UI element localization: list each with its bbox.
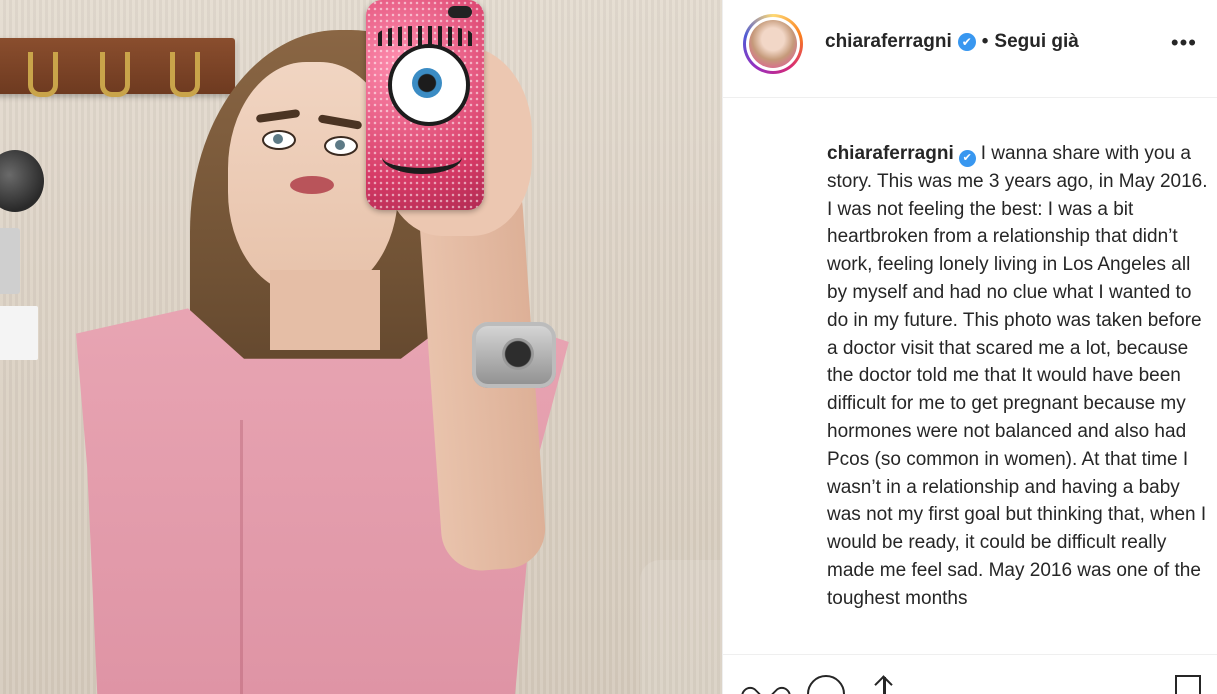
post-side-panel: chiaraferragni ✔ • Segui già ••• chiaraf… — [722, 0, 1217, 694]
username-link[interactable]: chiaraferragni — [825, 31, 952, 53]
eye — [324, 136, 358, 156]
following-button[interactable]: Segui già — [994, 31, 1078, 53]
profile-avatar[interactable] — [743, 14, 803, 74]
gown-fold — [240, 420, 243, 694]
wall-fixture — [0, 306, 38, 360]
coat-hook — [100, 52, 130, 97]
separator-dot: • — [981, 31, 989, 52]
comments-scroll-area[interactable]: chiaraferragni ✔ I wanna share with you a … — [723, 98, 1217, 654]
eyelash-graphic — [378, 26, 472, 46]
verified-badge-icon: ✔ — [958, 150, 976, 167]
phone-camera — [448, 6, 472, 18]
verified-badge-icon: ✔ — [957, 33, 976, 51]
phone-with-eye-case — [366, 0, 484, 210]
caption-text: I wanna share with you a story. This was… — [827, 143, 1208, 609]
avatar-image — [749, 20, 797, 68]
lips — [290, 176, 334, 194]
post-action-bar — [723, 654, 1217, 694]
bookmark-icon[interactable] — [1175, 675, 1201, 694]
comment-icon[interactable] — [807, 675, 845, 694]
wall-fixture — [0, 228, 20, 294]
caption-username-link[interactable]: chiaraferragni — [827, 143, 954, 164]
eye-logo-graphic — [388, 44, 470, 126]
coat-hook — [28, 52, 58, 97]
more-options-icon[interactable]: ••• — [1171, 32, 1197, 54]
instagram-post: chiaraferragni ✔ • Segui già ••• chiaraf… — [0, 0, 1217, 694]
eyelid-graphic — [382, 140, 462, 174]
wrist-watch — [472, 322, 556, 388]
watermark-shape — [640, 560, 722, 694]
header-user-line: chiaraferragni ✔ • Segui già — [825, 31, 1079, 53]
heart-icon[interactable] — [749, 675, 783, 694]
share-icon[interactable] — [871, 675, 897, 694]
post-caption: chiaraferragni ✔ I wanna share with you a … — [827, 140, 1213, 613]
coat-hook — [170, 52, 200, 97]
post-header: chiaraferragni ✔ • Segui già ••• — [723, 0, 1217, 98]
post-photo[interactable] — [0, 0, 722, 694]
eye — [262, 130, 296, 150]
person-neck — [270, 270, 380, 350]
